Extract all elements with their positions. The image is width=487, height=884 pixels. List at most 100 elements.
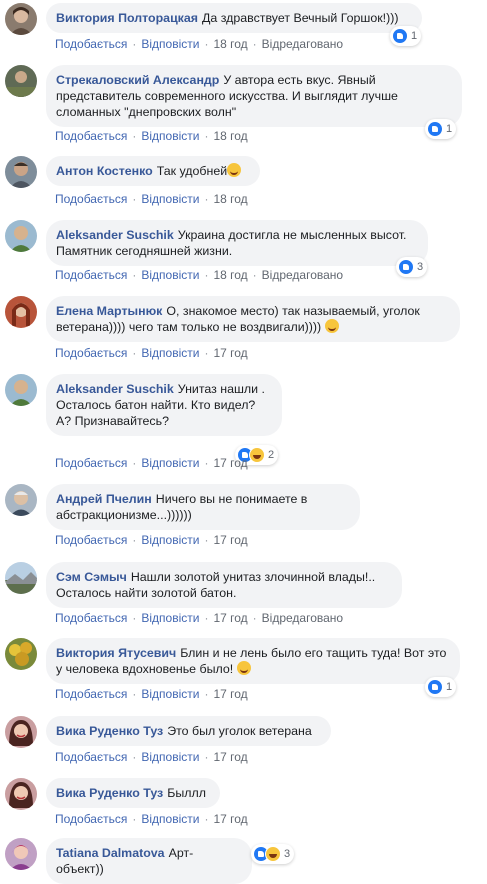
avatar[interactable] <box>5 3 37 35</box>
edited-label[interactable]: Відредаговано <box>262 611 343 625</box>
like-link[interactable]: Подобається <box>55 192 127 206</box>
reply-link[interactable]: Відповісти <box>141 750 199 764</box>
reaction-summary[interactable]: 3 <box>251 844 295 864</box>
like-link[interactable]: Подобається <box>55 268 127 282</box>
comment-time[interactable]: 18 год <box>213 37 247 51</box>
comment-actions: Подобається · Відповісти · 17 год <box>55 533 248 547</box>
comment-bubble: Антон Костенко Так удобней <box>46 156 260 186</box>
comment-bubble: Андрей Пчелин Ничего вы не понимаете в аб… <box>46 484 360 530</box>
comment: Tatiana Dalmatova Арт-объект)) 3 <box>0 838 487 884</box>
comment-bubble: Вика Руденко Туз Это был уголок ветерана <box>46 716 331 746</box>
comment-time[interactable]: 17 год <box>213 750 247 764</box>
like-link[interactable]: Подобається <box>55 611 127 625</box>
reaction-summary[interactable]: 3 <box>396 257 428 277</box>
comment-time[interactable]: 17 год <box>213 611 247 625</box>
reply-link[interactable]: Відповісти <box>141 456 199 470</box>
reaction-summary[interactable]: 1 <box>425 119 457 139</box>
comment-author[interactable]: Сэм Сэмыч <box>56 570 127 584</box>
like-link[interactable]: Подобається <box>55 129 127 143</box>
comment-time[interactable]: 17 год <box>213 812 247 826</box>
comment-author[interactable]: Вика Руденко Туз <box>56 786 163 800</box>
avatar[interactable] <box>5 374 37 406</box>
avatar[interactable] <box>5 156 37 188</box>
avatar[interactable] <box>5 484 37 516</box>
like-reaction-icon <box>427 679 443 695</box>
comment-author[interactable]: Aleksander Suschik <box>56 228 174 242</box>
reaction-summary[interactable]: 1 <box>425 677 457 697</box>
like-reaction-icon <box>427 121 443 137</box>
haha-reaction-icon <box>265 846 281 862</box>
avatar[interactable] <box>5 562 37 594</box>
comment: Андрей Пчелин Ничего вы не понимаете в аб… <box>0 482 487 550</box>
like-link[interactable]: Подобається <box>55 456 127 470</box>
haha-reaction-icon <box>249 447 265 463</box>
smile-emoji-icon <box>236 661 251 675</box>
avatar[interactable] <box>5 838 37 870</box>
reply-link[interactable]: Відповісти <box>141 268 199 282</box>
comment-author[interactable]: Антон Костенко <box>56 164 153 178</box>
comment-bubble: Елена Мартынюк О, знакомое место) так наз… <box>46 296 460 342</box>
comment-bubble: Виктория Полторацкая Да здравствует Вечны… <box>46 3 422 33</box>
comment-actions: Подобається · Відповісти · 17 год <box>55 687 248 701</box>
like-link[interactable]: Подобається <box>55 37 127 51</box>
comment: Виктория Полторацкая Да здравствует Вечны… <box>0 0 487 60</box>
reply-link[interactable]: Відповісти <box>141 533 199 547</box>
laughing-emoji-icon <box>324 319 339 333</box>
comment-time[interactable]: 17 год <box>213 687 247 701</box>
comment: Стрекаловский Александр У автора есть вку… <box>0 62 487 154</box>
reply-link[interactable]: Відповісти <box>141 812 199 826</box>
comment-time[interactable]: 18 год <box>213 268 247 282</box>
comment-time[interactable]: 18 год <box>213 192 247 206</box>
comment-time[interactable]: 17 год <box>213 346 247 360</box>
comment-bubble: Виктория Ятусевич Блин и не лень было его… <box>46 638 460 684</box>
avatar[interactable] <box>5 638 37 670</box>
comment-author[interactable]: Стрекаловский Александр <box>56 73 219 87</box>
like-reaction-icon <box>398 259 414 275</box>
comment: Aleksander Suschik Украина достигла не мы… <box>0 218 487 292</box>
comment: Сэм Сэмыч Нашли золотой унитаз злочинной … <box>0 560 487 628</box>
like-link[interactable]: Подобається <box>55 812 127 826</box>
comment-actions: Подобається · Відповісти · 17 год · Відредагов… <box>55 611 344 625</box>
comment-author[interactable]: Андрей Пчелин <box>56 492 152 506</box>
edited-label[interactable]: Відредаговано <box>262 37 343 51</box>
reply-link[interactable]: Відповісти <box>141 37 199 51</box>
avatar[interactable] <box>5 296 37 328</box>
comment-actions: Подобається · Відповісти · 17 год <box>55 346 248 360</box>
comment: Aleksander Suschik Унитаз нашли . Осталос… <box>0 374 487 472</box>
reply-link[interactable]: Відповісти <box>141 129 199 143</box>
avatar[interactable] <box>5 716 37 748</box>
like-link[interactable]: Подобається <box>55 687 127 701</box>
comment-time[interactable]: 17 год <box>213 456 247 470</box>
comment-actions: Подобається · Відповісти · 18 год · Відредагов… <box>55 268 344 282</box>
avatar[interactable] <box>5 778 37 810</box>
avatar[interactable] <box>5 65 37 97</box>
comment-actions: Подобається · Відповісти · 18 год · Відредагов… <box>55 37 344 51</box>
reply-link[interactable]: Відповісти <box>141 346 199 360</box>
comment: Елена Мартынюк О, знакомое место) так наз… <box>0 296 487 366</box>
comment-actions: Подобається · Відповісти · 17 год <box>55 750 248 764</box>
like-link[interactable]: Подобається <box>55 533 127 547</box>
edited-label[interactable]: Відредаговано <box>262 268 343 282</box>
comment-actions: Подобається · Відповісти · 18 год <box>55 129 248 143</box>
comment-author[interactable]: Виктория Полторацкая <box>56 11 198 25</box>
comment-author[interactable]: Елена Мартынюк <box>56 304 162 318</box>
comment-author[interactable]: Tatiana Dalmatova <box>56 846 165 860</box>
comment: Вика Руденко Туз Быллл Подобається · Відпов… <box>0 776 487 832</box>
comment-author[interactable]: Виктория Ятусевич <box>56 646 176 660</box>
comment-time[interactable]: 17 год <box>213 533 247 547</box>
comment-bubble: Tatiana Dalmatova Арт-объект)) <box>46 838 252 884</box>
reaction-summary[interactable]: 1 <box>390 26 422 46</box>
reply-link[interactable]: Відповісти <box>141 611 199 625</box>
comment-author[interactable]: Вика Руденко Туз <box>56 724 163 738</box>
like-link[interactable]: Подобається <box>55 750 127 764</box>
like-link[interactable]: Подобається <box>55 346 127 360</box>
comment-text: Так удобней <box>156 164 228 178</box>
comment-bubble: Вика Руденко Туз Быллл <box>46 778 220 808</box>
avatar[interactable] <box>5 220 37 252</box>
reply-link[interactable]: Відповісти <box>141 192 199 206</box>
comment-time[interactable]: 18 год <box>213 129 247 143</box>
reply-link[interactable]: Відповісти <box>141 687 199 701</box>
comment: Виктория Ятусевич Блин и не лень было его… <box>0 636 487 706</box>
comment-author[interactable]: Aleksander Suschik <box>56 382 174 396</box>
comment-bubble: Aleksander Suschik Унитаз нашли . Осталос… <box>46 374 282 436</box>
